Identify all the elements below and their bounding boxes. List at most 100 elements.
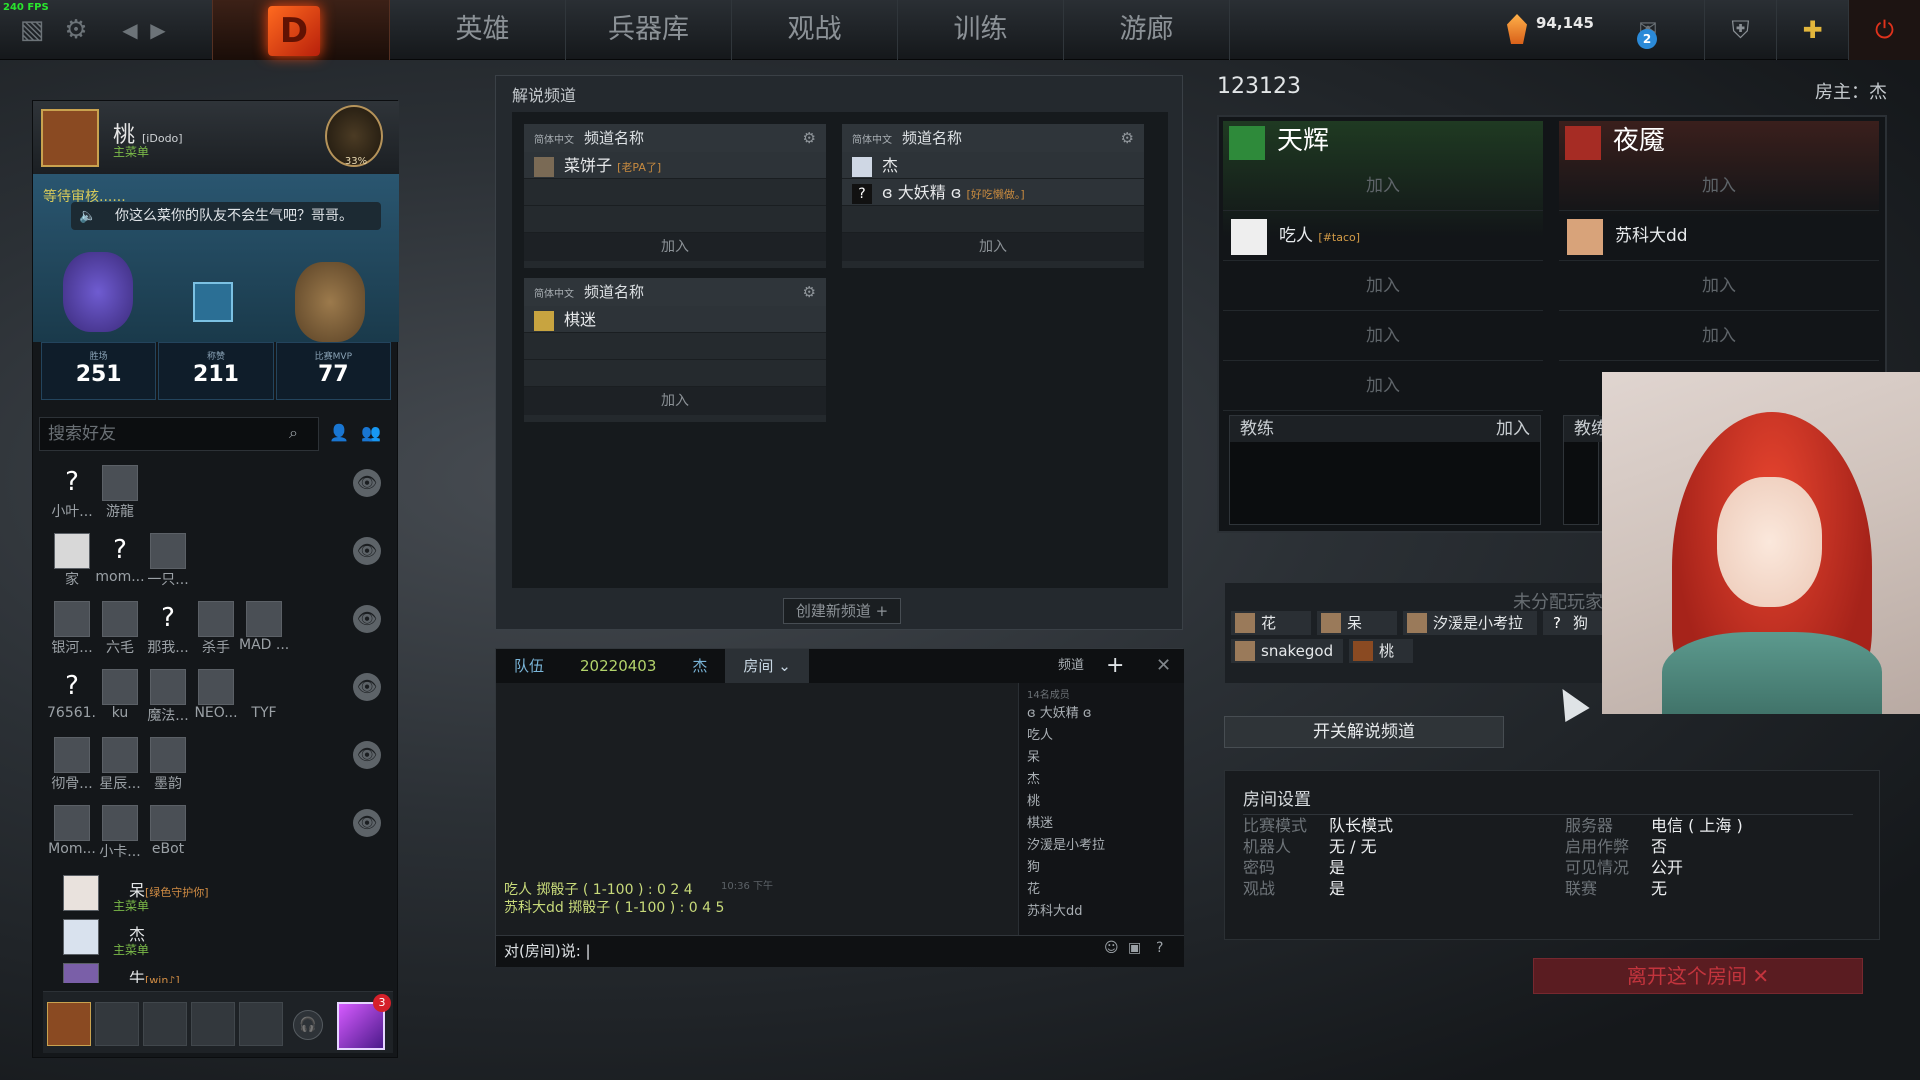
speaker-icon[interactable]: 🔈 bbox=[79, 202, 96, 230]
toggle-broadcast-button[interactable]: 开关解说频道 bbox=[1224, 716, 1504, 748]
friend-tile[interactable]: ? 那我... bbox=[143, 601, 193, 657]
unassigned-player[interactable]: 汐湲是小考拉 bbox=[1403, 611, 1537, 635]
member-item[interactable]: 杰 bbox=[1027, 769, 1184, 791]
help-icon[interactable]: ? bbox=[1156, 940, 1163, 956]
join-slot[interactable]: 加入 bbox=[1223, 161, 1543, 211]
friend-tile[interactable]: ? 小叶... bbox=[47, 465, 97, 521]
tab-date[interactable]: 20220403 bbox=[562, 649, 674, 683]
eye-icon[interactable]: 👁 bbox=[353, 741, 381, 769]
friend-tile[interactable]: ? mom... bbox=[95, 533, 145, 585]
join-slot[interactable]: 加入 bbox=[1559, 261, 1879, 311]
add-friend-icon[interactable]: 👤 bbox=[329, 423, 349, 442]
friend-tile[interactable]: ku bbox=[95, 669, 145, 721]
player-slot[interactable]: 吃人 [#taco] bbox=[1223, 211, 1543, 261]
channel-name[interactable]: 频道名称 bbox=[902, 129, 962, 147]
unassigned-player[interactable]: 花 bbox=[1231, 611, 1311, 635]
member-item[interactable]: ɞ 大妖精 ɞ bbox=[1027, 703, 1184, 725]
friend-tile[interactable]: MAD ... bbox=[239, 601, 289, 653]
unassigned-player[interactable]: 桃 bbox=[1349, 639, 1413, 663]
channel-join-button[interactable]: 加入 bbox=[842, 233, 1144, 261]
emoji-icon[interactable]: ☺ bbox=[1104, 940, 1119, 956]
plus-shield-icon[interactable]: ✚ bbox=[1776, 0, 1848, 60]
tab-team[interactable]: 队伍 bbox=[496, 649, 562, 683]
eye-icon[interactable]: 👁 bbox=[353, 809, 381, 837]
join-slot[interactable]: 加入 bbox=[1559, 311, 1879, 361]
friend-tile[interactable]: 星辰... bbox=[95, 737, 145, 793]
leave-room-button[interactable]: 离开这个房间 ✕ bbox=[1533, 958, 1863, 994]
close-icon[interactable]: ✕ bbox=[1156, 649, 1171, 683]
forward-arrow-icon[interactable]: ▶ bbox=[146, 0, 170, 60]
friend-search-input[interactable]: 搜索好友 bbox=[39, 417, 319, 451]
member-item[interactable]: 桃 bbox=[1027, 791, 1184, 813]
gear-icon[interactable]: ⚙ bbox=[803, 124, 816, 152]
channel-name[interactable]: 频道名称 bbox=[584, 129, 644, 147]
friend-tile[interactable]: 银河... bbox=[47, 601, 97, 657]
profile-avatar[interactable] bbox=[41, 109, 99, 167]
tab-room[interactable]: 房间 ⌄ bbox=[725, 649, 809, 683]
friend-tile[interactable]: 一只... bbox=[143, 533, 193, 589]
join-slot[interactable]: 加入 bbox=[1223, 261, 1543, 311]
friend-tile[interactable]: 杀手 bbox=[191, 601, 241, 657]
member-item[interactable]: 吃人 bbox=[1027, 725, 1184, 747]
chat-input[interactable]: 对(房间)说: | bbox=[496, 935, 1184, 967]
search-icon[interactable]: ⌕ bbox=[289, 423, 298, 443]
friend-tile[interactable]: TYF bbox=[239, 669, 289, 721]
channel-join-button[interactable]: 加入 bbox=[524, 233, 826, 261]
armory-shield-icon[interactable]: ⛨ bbox=[1704, 0, 1776, 60]
friend-tile[interactable]: Mom... bbox=[47, 805, 97, 857]
friend-tile[interactable]: 游龍 bbox=[95, 465, 145, 521]
friend-tile[interactable]: 墨韵 bbox=[143, 737, 193, 793]
channel-join-button[interactable]: 加入 bbox=[524, 387, 826, 415]
channel-name[interactable]: 频道名称 bbox=[584, 283, 644, 301]
friend-list-item[interactable]: 杰主菜单 bbox=[63, 919, 393, 963]
unassigned-player[interactable]: snakegod bbox=[1231, 639, 1343, 663]
friend-groups-icon[interactable]: 👥 bbox=[361, 423, 381, 442]
tab-jie[interactable]: 杰 bbox=[674, 649, 725, 683]
friend-tile[interactable]: ? 76561... bbox=[47, 669, 97, 721]
friend-tile[interactable]: NEO... bbox=[191, 669, 241, 721]
power-icon[interactable]: ⏻ bbox=[1848, 0, 1920, 60]
member-item[interactable]: 汐湲是小考拉 bbox=[1027, 835, 1184, 857]
eye-icon[interactable]: 👁 bbox=[353, 469, 381, 497]
member-item[interactable]: 棋迷 bbox=[1027, 813, 1184, 835]
friend-list-item[interactable]: 呆[绿色守护你] 主菜单 bbox=[63, 875, 393, 919]
party-slot-empty[interactable] bbox=[143, 1002, 187, 1046]
create-channel-button[interactable]: 创建新频道 + bbox=[783, 598, 901, 624]
nav-arcade[interactable]: 游廊 bbox=[1064, 0, 1230, 60]
join-slot[interactable]: 加入 bbox=[1559, 161, 1879, 211]
rank-medal-icon[interactable]: 33% bbox=[325, 105, 383, 167]
party-slot-empty[interactable] bbox=[239, 1002, 283, 1046]
party-slot-empty[interactable] bbox=[191, 1002, 235, 1046]
nav-armory[interactable]: 兵器库 bbox=[566, 0, 732, 60]
back-arrow-icon[interactable]: ◀ bbox=[118, 0, 142, 60]
join-slot[interactable]: 加入 bbox=[1223, 361, 1543, 411]
channel-label[interactable]: 频道 bbox=[1058, 649, 1084, 683]
dota-menu-icon[interactable]: ▧ bbox=[14, 0, 50, 60]
player-slot[interactable]: 苏科大dd bbox=[1559, 211, 1879, 261]
dota-logo-button[interactable]: D bbox=[212, 0, 390, 60]
add-channel-icon[interactable]: + bbox=[1106, 649, 1124, 683]
screenshot-icon[interactable]: ▣ bbox=[1128, 940, 1141, 956]
eye-icon[interactable]: 👁 bbox=[353, 673, 381, 701]
friend-tile[interactable]: 家 bbox=[47, 533, 97, 589]
party-slot-empty[interactable] bbox=[95, 1002, 139, 1046]
friend-tile[interactable]: 魔法... bbox=[143, 669, 193, 725]
member-item[interactable]: 花 bbox=[1027, 879, 1184, 901]
profile-header[interactable]: 桃 [iDodo] 主菜单 33% bbox=[33, 101, 399, 174]
shard-count[interactable]: 94,145 bbox=[1536, 14, 1594, 32]
member-item[interactable]: 狗 bbox=[1027, 857, 1184, 879]
party-slot-self[interactable] bbox=[47, 1002, 91, 1046]
nav-watch[interactable]: 观战 bbox=[732, 0, 898, 60]
friend-tile[interactable]: eBot bbox=[143, 805, 193, 857]
nav-heroes[interactable]: 英雄 bbox=[400, 0, 566, 60]
unassigned-player[interactable]: 呆 bbox=[1317, 611, 1397, 635]
nav-learn[interactable]: 训练 bbox=[898, 0, 1064, 60]
gear-icon[interactable]: ⚙ bbox=[58, 0, 94, 60]
join-slot[interactable]: 加入 bbox=[1223, 311, 1543, 361]
friend-tile[interactable]: 六毛 bbox=[95, 601, 145, 657]
coach-join-button[interactable]: 加入 bbox=[1496, 416, 1530, 442]
gear-icon[interactable]: ⚙ bbox=[1121, 124, 1134, 152]
friend-tile[interactable]: 彻骨... bbox=[47, 737, 97, 793]
friend-list-item[interactable]: 牛[win♪] bbox=[63, 963, 393, 983]
headset-icon[interactable]: 🎧 bbox=[293, 1010, 323, 1040]
